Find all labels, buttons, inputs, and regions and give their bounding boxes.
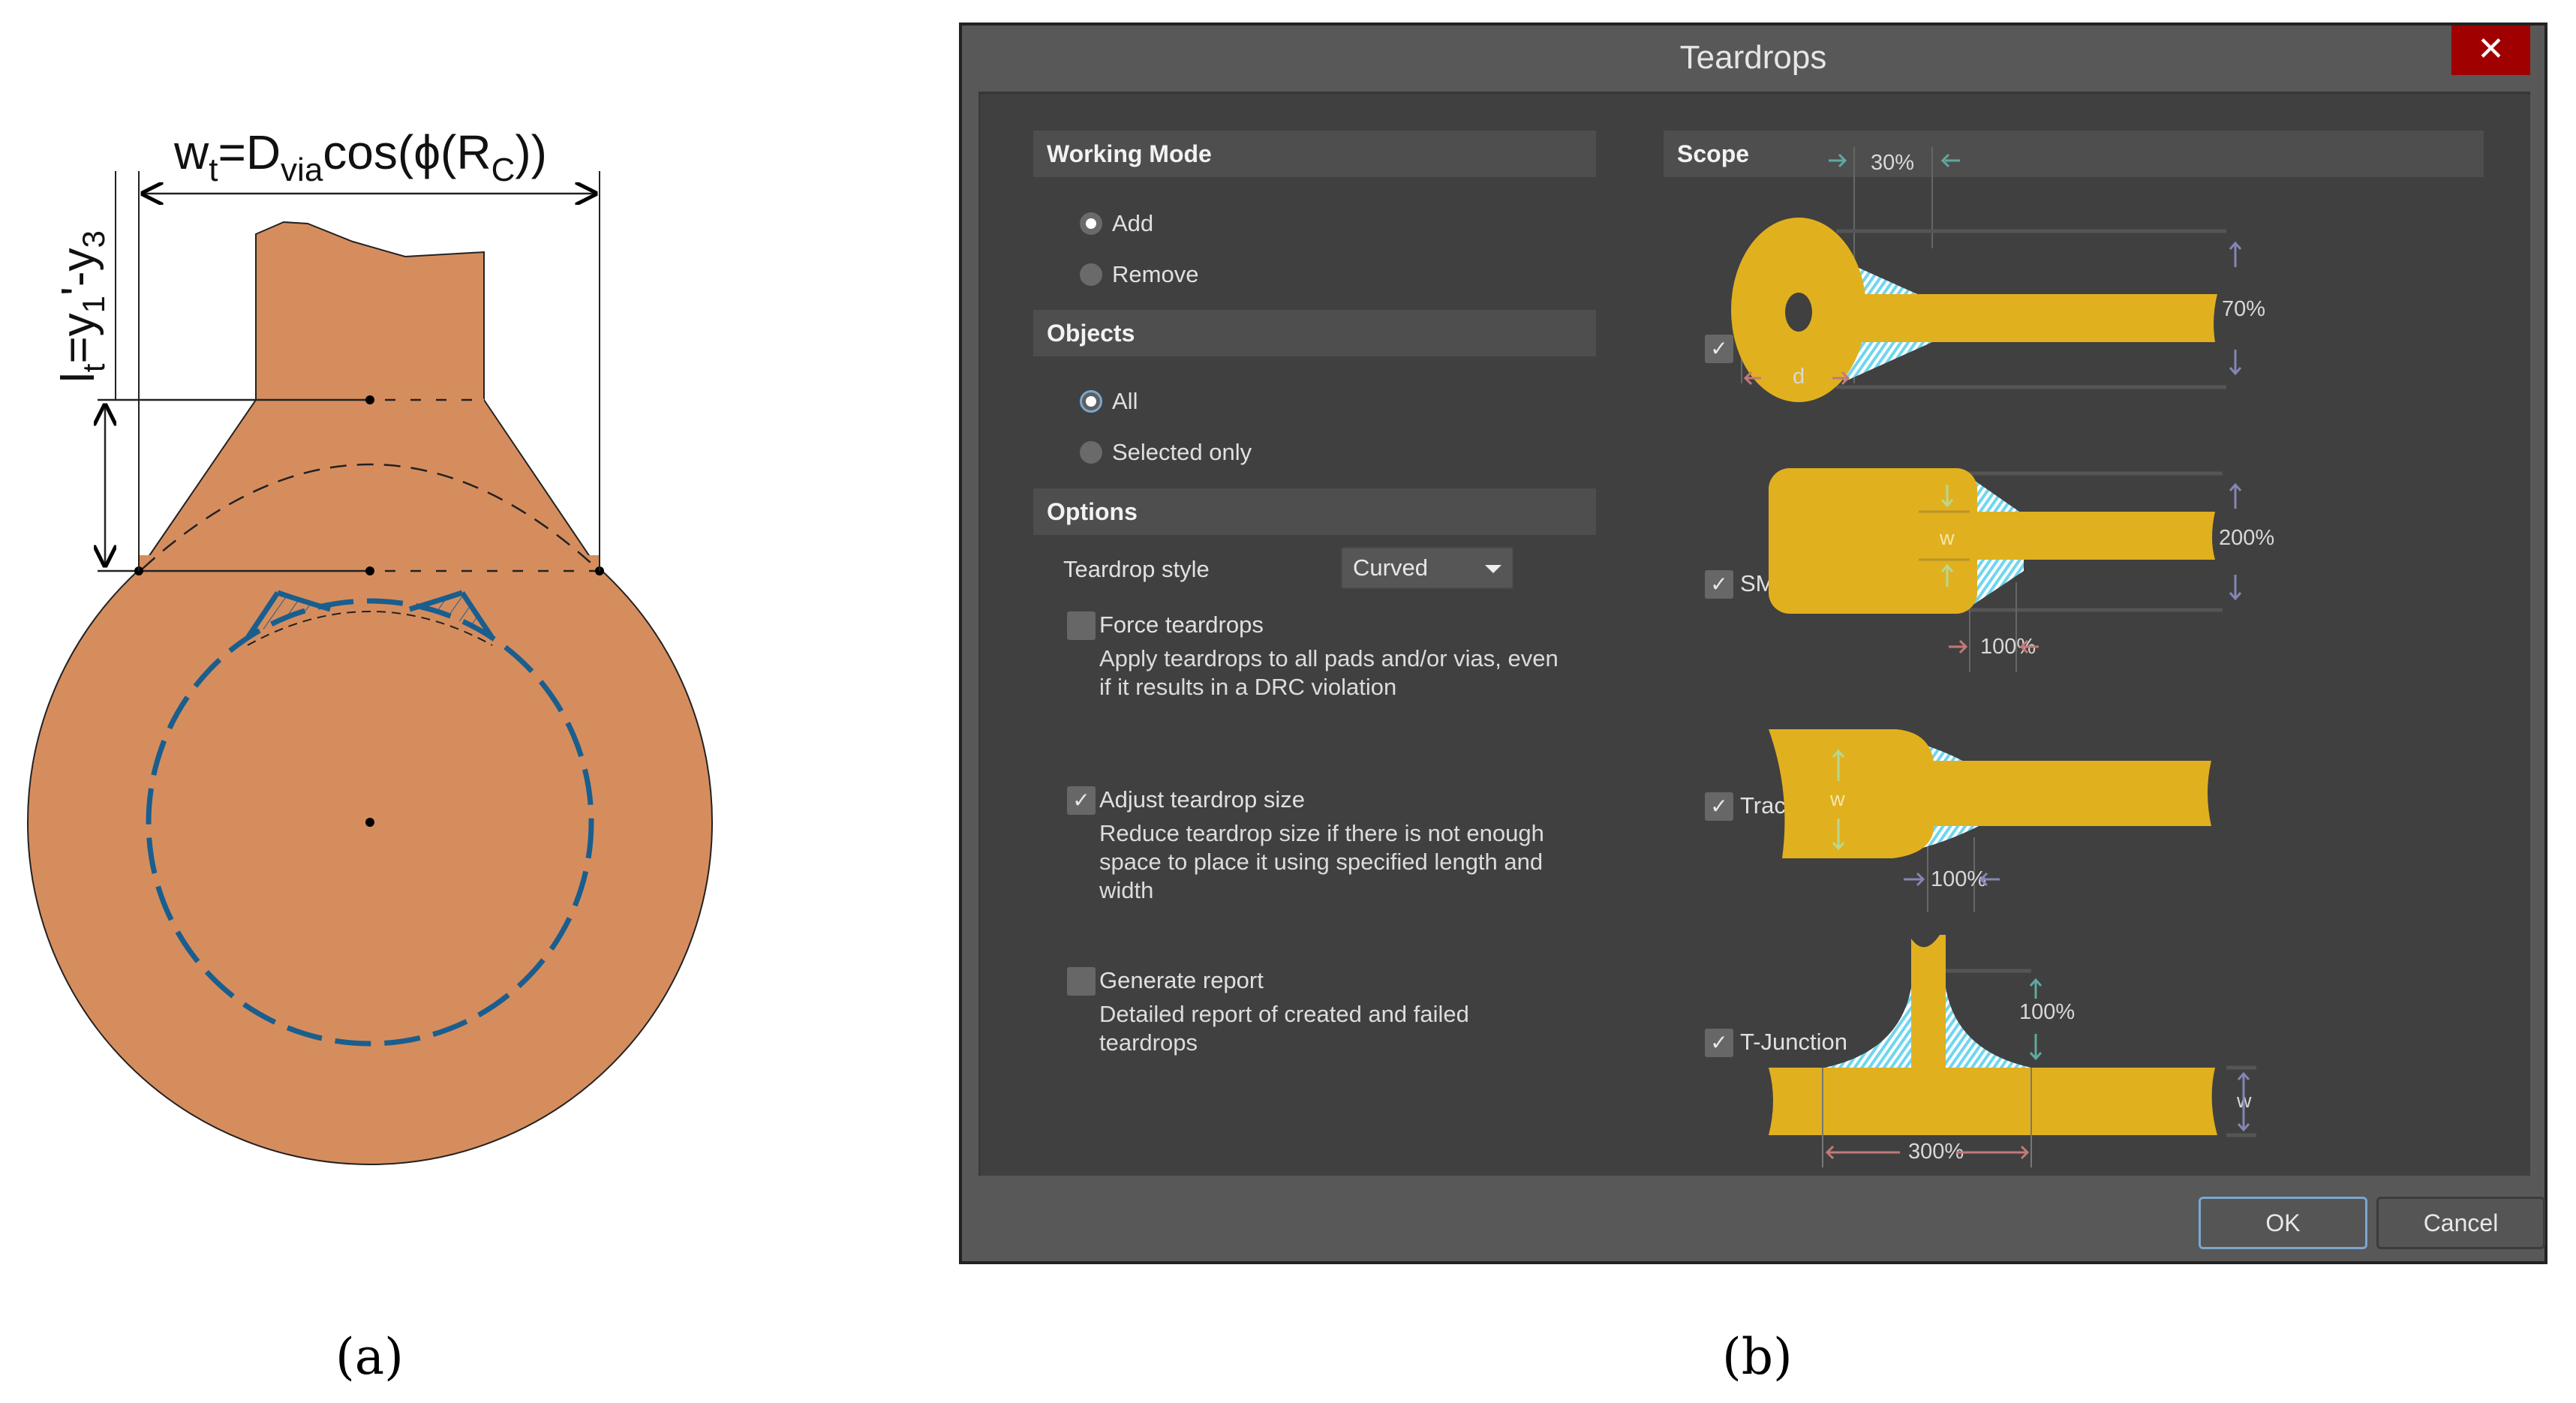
tracks-narrow-segment <box>1930 761 2211 826</box>
smd-pad-illustration: w 200% 100% <box>1769 468 2274 672</box>
smd-track <box>1919 512 2215 560</box>
via-center-point <box>365 818 374 827</box>
tracks-length-value: 100% <box>1931 867 1986 891</box>
close-icon: ✕ <box>2477 30 2505 68</box>
tjunction-branch <box>1911 935 1946 1070</box>
via-pad-illustration: 30% 70% d <box>1731 147 2265 402</box>
cancel-button[interactable]: Cancel <box>2376 1197 2545 1249</box>
tjunction-hatch-right <box>1946 987 2031 1068</box>
tracks-dim-label: w <box>1829 788 1845 810</box>
teardrops-dialog: Teardrops ✕ Working Mode Add Remove Obje… <box>959 23 2547 1264</box>
tjunction-hatch-left <box>1825 987 1911 1068</box>
via-dim-label: d <box>1793 365 1805 389</box>
tracks-wide-segment <box>1769 729 1934 858</box>
smd-width-value: 200% <box>2219 526 2274 550</box>
via-track <box>1855 294 2217 342</box>
dialog-content: Working Mode Add Remove Objects All Sele… <box>978 92 2530 1176</box>
tjunction-width-value: 100% <box>2019 1000 2075 1024</box>
via-width-value: 70% <box>2222 297 2265 321</box>
ok-button[interactable]: OK <box>2199 1197 2367 1249</box>
tjunction-illustration: 100% 300% w <box>1769 935 2256 1167</box>
tjunction-main-track <box>1769 1068 2217 1135</box>
tjunction-length-value: 300% <box>1908 1140 1964 1164</box>
caption-b: (b) <box>1722 1328 1793 1386</box>
base-center-point <box>365 566 374 575</box>
scope-illustrations: 30% 70% d w 200% 100% w 100% 100% 300% w <box>1731 147 2274 1167</box>
tracks-illustration: w 100% <box>1769 729 2211 912</box>
width-formula: wt=Dviacos(ϕ(RC)) <box>173 125 547 188</box>
via-pad-copper <box>27 221 713 1165</box>
teardrop-geometry-diagram: wt=Dviacos(ϕ(RC)) lt=y1'-y3 <box>27 125 713 1165</box>
caption-a: (a) <box>335 1328 404 1386</box>
length-formula: lt=y1'-y3 <box>53 230 111 383</box>
via-length-value: 30% <box>1871 151 1914 175</box>
neck-center-point <box>365 395 374 404</box>
via-hole <box>1785 293 1812 332</box>
smd-dim-label: w <box>1939 527 1955 549</box>
dialog-title: Teardrops <box>1679 39 1827 76</box>
close-button[interactable]: ✕ <box>2451 26 2530 75</box>
